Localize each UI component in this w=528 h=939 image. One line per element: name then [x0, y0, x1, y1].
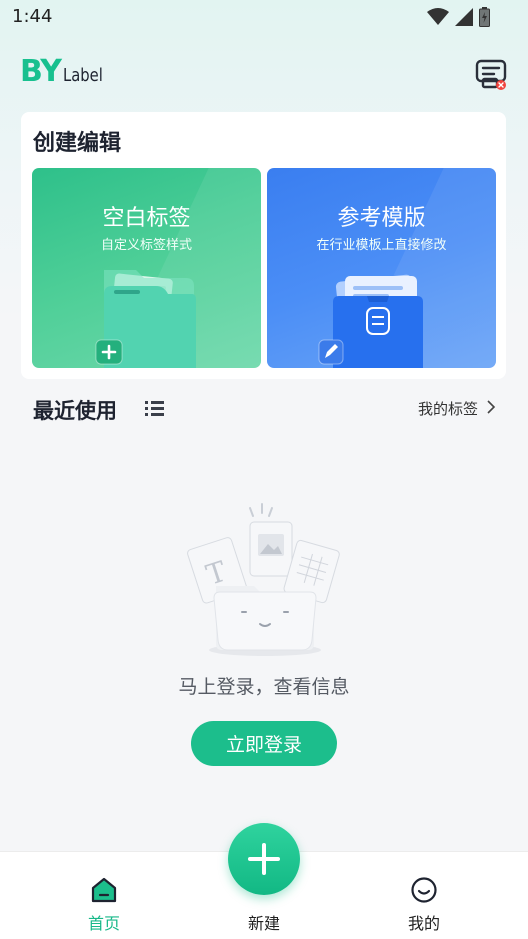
my-labels-label: 我的标签: [417, 400, 478, 418]
printer-disconnected-icon[interactable]: [474, 57, 508, 91]
nav-me[interactable]: 我的: [374, 852, 474, 939]
tile-title: 空白标签: [102, 206, 191, 231]
logo-main: BY: [20, 54, 62, 89]
nav-home-label: 首页: [87, 914, 120, 933]
template-edit-icon: [267, 264, 496, 368]
reference-template-tile[interactable]: 参考模版 在行业模板上直接修改: [267, 168, 496, 368]
home-icon: [90, 876, 118, 904]
tile-subtitle: 在行业模板上直接修改: [316, 238, 447, 253]
nav-home[interactable]: 首页: [54, 852, 154, 939]
recent-section-header: 最近使用 我的标签: [0, 392, 528, 426]
tile-subtitle: 自定义标签样式: [100, 238, 192, 253]
login-button[interactable]: 立即登录: [191, 721, 337, 766]
battery-icon: [479, 7, 490, 31]
empty-state-illustration: T: [180, 500, 350, 660]
tile-title: 参考模版: [337, 206, 426, 231]
my-labels-link[interactable]: 我的标签: [418, 398, 496, 419]
blank-label-tile[interactable]: 空白标签 自定义标签样式: [32, 168, 261, 368]
app-header: BY Label: [0, 50, 528, 100]
signal-icon: [455, 8, 473, 30]
list-view-icon[interactable]: [144, 399, 166, 417]
chevron-right-icon: [486, 399, 496, 418]
smile-icon: [410, 876, 438, 904]
status-icons: [427, 7, 490, 31]
wifi-icon: [427, 8, 449, 30]
plus-icon-v: [262, 843, 266, 875]
logo-sub: Label: [62, 65, 103, 86]
create-section-title: 创建编辑: [33, 131, 122, 156]
nav-new-label: 新建: [247, 914, 280, 933]
status-bar: 1:44: [0, 0, 528, 36]
folder-add-icon: [32, 264, 261, 368]
nav-me-label: 我的: [407, 914, 440, 933]
app-logo: BY Label: [20, 56, 112, 88]
recent-section-title: 最近使用: [33, 399, 117, 423]
new-label-fab-plus-icon[interactable]: [228, 823, 300, 895]
status-time: 1:44: [12, 6, 53, 27]
empty-state-message: 马上登录，查看信息: [178, 676, 350, 698]
create-edit-card: 创建编辑 空白标签 自定义标签样式 参考模版 在行业模板上直接修改: [21, 112, 506, 379]
